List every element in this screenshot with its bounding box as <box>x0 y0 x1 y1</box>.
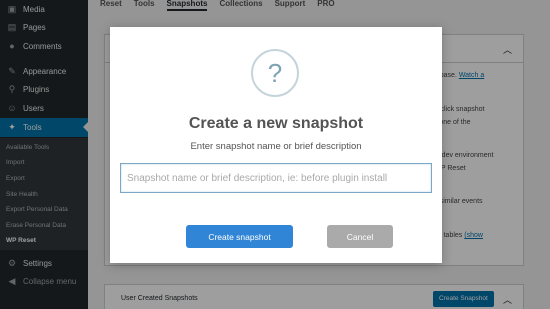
create-snapshot-confirm-button[interactable]: Create snapshot <box>186 225 293 248</box>
create-snapshot-dialog: ? Create a new snapshot Enter snapshot n… <box>110 27 442 263</box>
question-icon: ? <box>251 49 299 97</box>
snapshot-name-input[interactable] <box>120 163 432 193</box>
dialog-title: Create a new snapshot <box>188 115 364 132</box>
cancel-button[interactable]: Cancel <box>327 225 393 248</box>
dialog-subtitle: Enter snapshot name or brief description <box>190 141 362 152</box>
